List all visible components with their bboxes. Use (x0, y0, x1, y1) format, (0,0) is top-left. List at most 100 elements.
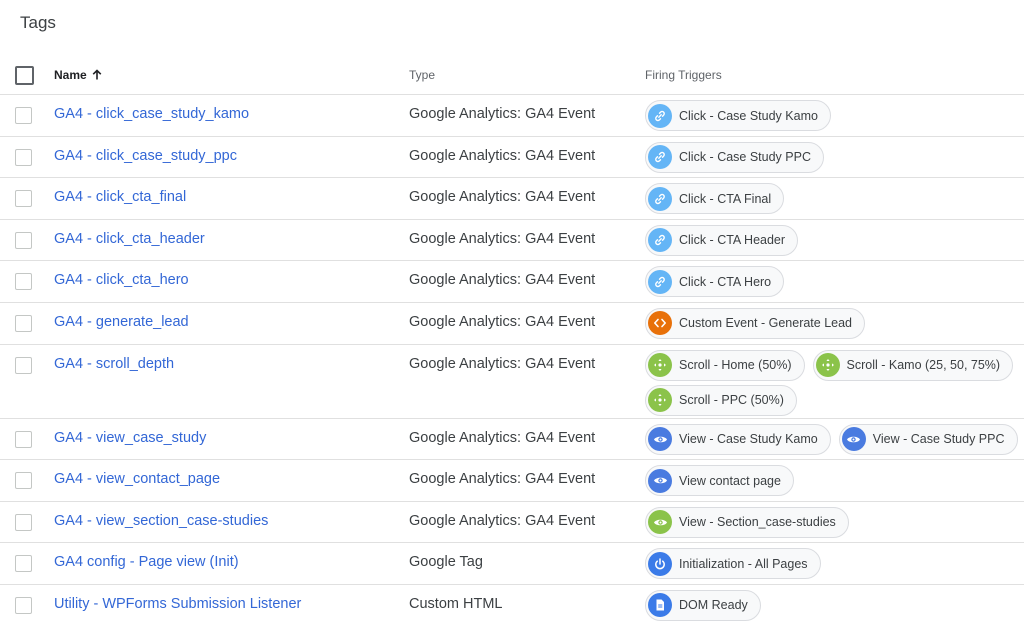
trigger-chip-label: Click - Case Study Kamo (679, 108, 818, 123)
row-checkbox[interactable] (15, 472, 32, 490)
row-checkbox-cell[interactable] (15, 273, 32, 291)
power-icon (648, 551, 672, 576)
row-checkbox-cell[interactable] (15, 231, 32, 249)
firing-triggers-cell: View - Section_case-studies (645, 506, 1024, 538)
trigger-chip[interactable]: Scroll - PPC (50%) (645, 384, 797, 416)
tag-name-link[interactable]: Utility - WPForms Submission Listener (54, 596, 301, 612)
row-checkbox-cell[interactable] (15, 148, 32, 166)
table-row[interactable]: Utility - WPForms Submission Listener Cus… (0, 585, 1024, 625)
column-header-type[interactable]: Type (409, 68, 435, 82)
trigger-chip[interactable]: View contact page (645, 465, 794, 497)
table-row[interactable]: GA4 - generate_lead Google Analytics: GA4… (0, 303, 1024, 345)
table-row[interactable]: GA4 - click_cta_hero Google Analytics: GA… (0, 261, 1024, 303)
scroll-icon (648, 388, 672, 413)
trigger-chip[interactable]: View - Case Study Kamo (645, 423, 831, 455)
trigger-chip[interactable]: Scroll - Home (50%) (645, 349, 805, 381)
row-checkbox[interactable] (15, 148, 32, 166)
tag-name-link[interactable]: GA4 - view_case_study (54, 430, 206, 446)
tag-name-cell: GA4 - view_section_case-studies (54, 513, 268, 529)
select-all-checkbox[interactable] (15, 66, 34, 85)
trigger-chip[interactable]: Initialization - All Pages (645, 548, 821, 580)
table-row[interactable]: GA4 - scroll_depth Google Analytics: GA4 … (0, 345, 1024, 419)
table-row[interactable]: GA4 - view_case_study Google Analytics: G… (0, 419, 1024, 461)
tag-name-link[interactable]: GA4 - click_cta_hero (54, 272, 189, 288)
row-checkbox[interactable] (15, 273, 32, 291)
tag-name-link[interactable]: GA4 config - Page view (Init) (54, 554, 239, 570)
row-checkbox-cell[interactable] (15, 513, 32, 531)
table-row[interactable]: GA4 - view_section_case-studies Google An… (0, 502, 1024, 544)
row-checkbox[interactable] (15, 314, 32, 332)
tag-name-cell: GA4 - generate_lead (54, 314, 189, 330)
arrow-up-icon[interactable] (91, 69, 103, 81)
tag-name-link[interactable]: GA4 - click_cta_header (54, 231, 205, 247)
trigger-chip[interactable]: View - Section_case-studies (645, 506, 849, 538)
tag-name-link[interactable]: GA4 - click_cta_final (54, 189, 186, 205)
trigger-chip[interactable]: View - Case Study PPC (838, 423, 1018, 455)
trigger-chip-label: Scroll - Home (50%) (679, 358, 792, 373)
table-row[interactable]: GA4 - view_contact_page Google Analytics:… (0, 460, 1024, 502)
firing-triggers-cell: Custom Event - Generate Lead (645, 307, 1024, 339)
row-checkbox[interactable] (15, 190, 32, 208)
firing-triggers-cell: DOM Ready (645, 589, 1024, 621)
trigger-chip-label: Click - Case Study PPC (679, 150, 811, 165)
row-checkbox-cell[interactable] (15, 356, 32, 374)
table-row[interactable]: GA4 - click_case_study_ppc Google Analyti… (0, 137, 1024, 179)
trigger-chip-label: Click - CTA Final (679, 191, 772, 206)
trigger-chip[interactable]: Custom Event - Generate Lead (645, 307, 866, 339)
tag-type: Google Analytics: GA4 Event (409, 355, 596, 372)
row-checkbox[interactable] (15, 107, 32, 124)
row-checkbox[interactable] (15, 596, 32, 614)
trigger-chip[interactable]: Click - Case Study PPC (645, 141, 824, 173)
tag-name-link[interactable]: GA4 - view_contact_page (54, 471, 220, 487)
trigger-chip[interactable]: Click - CTA Header (645, 224, 799, 256)
trigger-chip[interactable]: Scroll - Kamo (25, 50, 75%) (812, 349, 1014, 381)
trigger-chip[interactable]: Click - CTA Final (645, 183, 785, 215)
trigger-chip-label: Click - CTA Header (679, 233, 786, 248)
tag-name-link[interactable]: GA4 - generate_lead (54, 314, 189, 330)
tag-name-cell: GA4 - click_cta_hero (54, 272, 189, 288)
tag-type: Google Analytics: GA4 Event (409, 471, 596, 488)
row-checkbox-cell[interactable] (15, 190, 32, 208)
trigger-chip-label: View - Case Study PPC (872, 432, 1005, 447)
tag-name-cell: GA4 - view_case_study (54, 430, 206, 446)
row-checkbox-cell[interactable] (15, 107, 32, 124)
row-checkbox-cell[interactable] (15, 314, 32, 332)
firing-triggers-cell: View contact page (645, 465, 1024, 497)
row-checkbox-cell[interactable] (15, 555, 32, 573)
row-checkbox[interactable] (15, 513, 32, 531)
tag-name-link[interactable]: GA4 - scroll_depth (54, 356, 174, 372)
firing-triggers-cell: View - Case Study Kamo View - Case Study … (645, 423, 1024, 455)
column-header-firing-triggers: Firing Triggers (645, 68, 722, 82)
firing-triggers-cell: Scroll - Home (50%) Scroll - Kamo (25, 50… (645, 349, 1024, 416)
table-row[interactable]: GA4 config - Page view (Init) Google Tag I… (0, 543, 1024, 585)
tag-type: Google Analytics: GA4 Event (409, 313, 596, 330)
trigger-chip-label: View contact page (679, 473, 781, 488)
trigger-chip[interactable]: Click - CTA Hero (645, 266, 785, 298)
tag-name-link[interactable]: GA4 - view_section_case-studies (54, 513, 268, 529)
table-row[interactable]: GA4 - click_case_study_kamo Google Analyt… (0, 95, 1024, 137)
tag-name-link[interactable]: GA4 - click_case_study_ppc (54, 148, 237, 164)
tag-name-link[interactable]: GA4 - click_case_study_kamo (54, 106, 249, 122)
column-header-name[interactable]: Name (54, 68, 103, 82)
trigger-chip-label: Scroll - PPC (50%) (679, 393, 784, 408)
document-icon (648, 593, 672, 618)
row-checkbox[interactable] (15, 430, 32, 448)
trigger-chip-label: View - Section_case-studies (679, 515, 836, 530)
tag-type: Google Analytics: GA4 Event (409, 429, 596, 446)
trigger-chip[interactable]: Click - Case Study Kamo (645, 100, 831, 131)
row-checkbox-cell[interactable] (15, 472, 32, 490)
row-checkbox[interactable] (15, 555, 32, 573)
row-checkbox[interactable] (15, 231, 32, 249)
trigger-chip-label: Scroll - Kamo (25, 50, 75%) (846, 358, 1001, 373)
tag-type: Google Analytics: GA4 Event (409, 189, 596, 206)
table-row[interactable]: GA4 - click_cta_header Google Analytics: … (0, 220, 1024, 262)
link-icon (648, 228, 672, 253)
table-row[interactable]: GA4 - click_cta_final Google Analytics: G… (0, 178, 1024, 220)
row-checkbox-cell[interactable] (15, 596, 32, 614)
select-all-checkbox-cell[interactable] (15, 66, 34, 85)
eye-icon (648, 510, 672, 535)
row-checkbox-cell[interactable] (15, 430, 32, 448)
trigger-chip[interactable]: DOM Ready (645, 589, 761, 621)
row-checkbox[interactable] (15, 356, 32, 374)
tag-name-cell: GA4 - click_cta_final (54, 189, 186, 205)
